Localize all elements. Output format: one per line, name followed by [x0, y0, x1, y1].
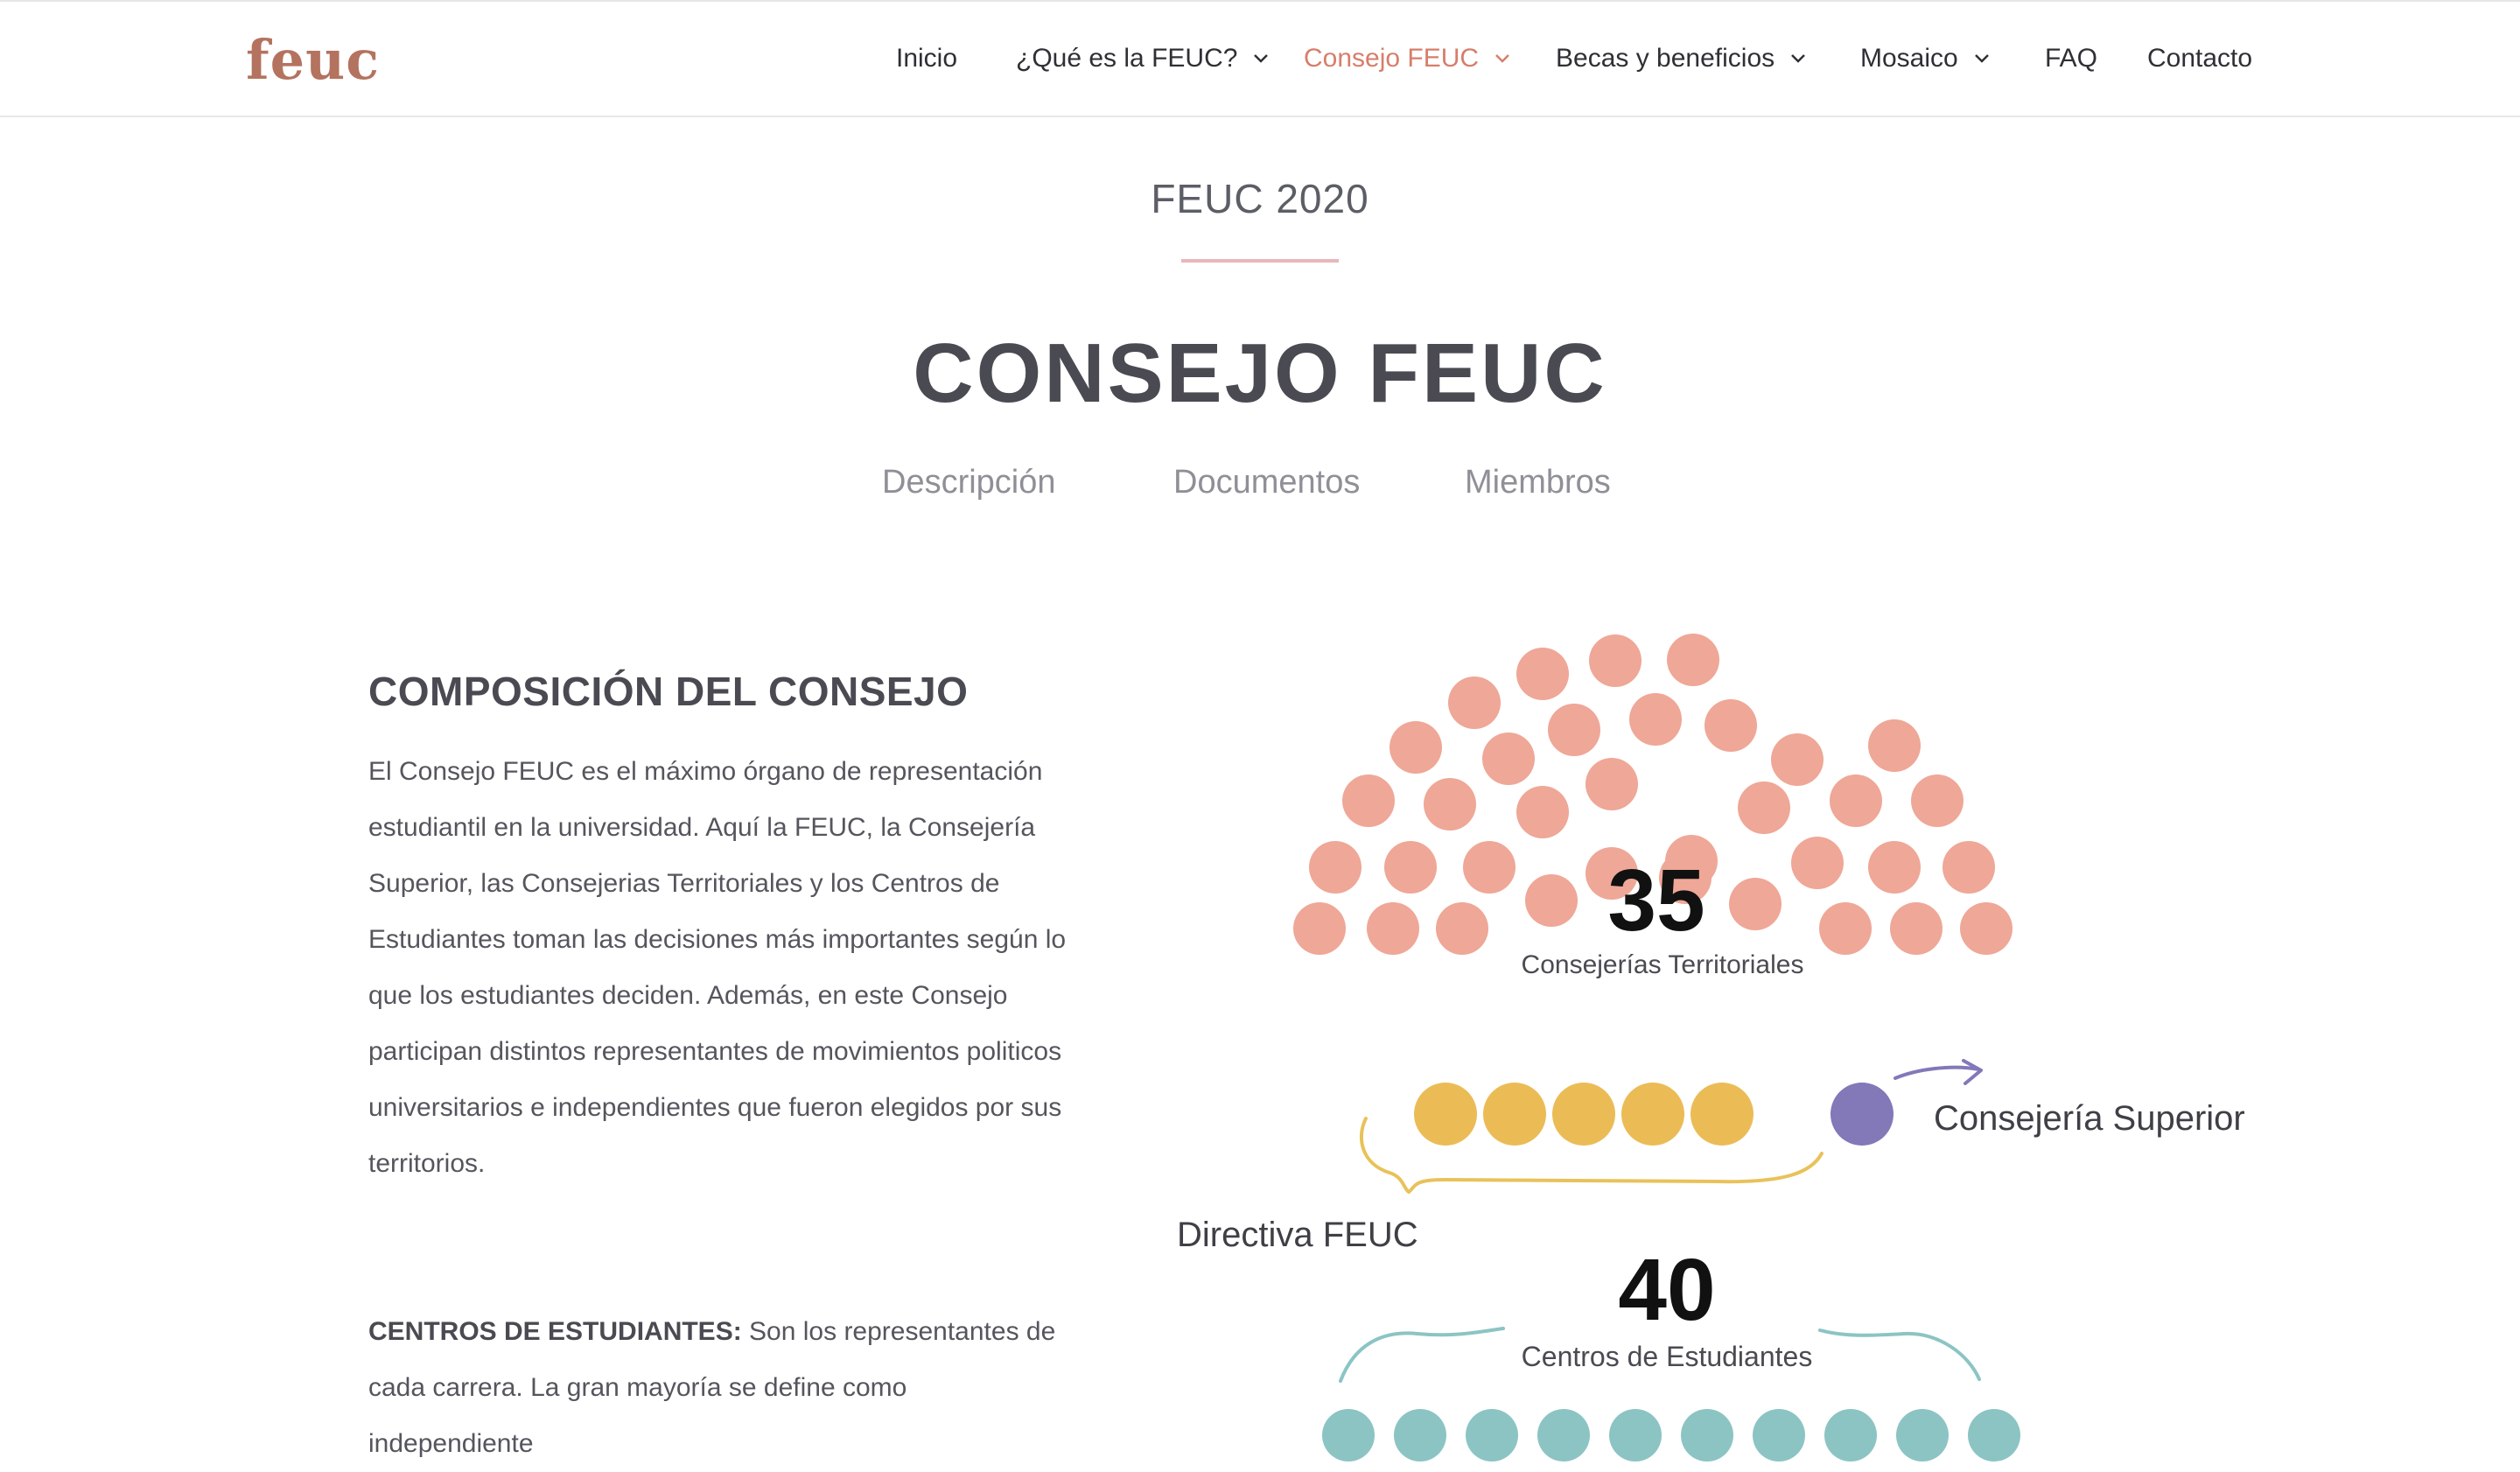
territorial-seat [1463, 841, 1516, 894]
centros-count: 40 [1618, 1241, 1715, 1339]
territorial-seat [1960, 902, 2012, 955]
territorial-seat [1819, 902, 1872, 955]
territorial-seat [1448, 676, 1501, 729]
directiva-seat [1414, 1083, 1477, 1146]
territorial-seat [1367, 902, 1419, 955]
centros-brace-right [1818, 1328, 1981, 1381]
centros-seat [1968, 1409, 2020, 1461]
territoriales-label: Consejerías Territoriales [1522, 950, 1804, 979]
superior-arrow-icon [1894, 1059, 1983, 1085]
territorial-seat [1390, 721, 1442, 774]
centros-seat [1681, 1409, 1733, 1461]
centros-seat [1824, 1409, 1877, 1461]
territorial-seat [1942, 841, 1995, 894]
centros-seat [1394, 1409, 1446, 1461]
territorial-seat [1830, 775, 1882, 827]
centros-seat [1753, 1409, 1805, 1461]
directiva-seat [1621, 1083, 1684, 1146]
territorial-seat [1589, 634, 1642, 687]
territorial-seat [1868, 841, 1921, 894]
territorial-seat [1516, 786, 1569, 838]
superior-label: Consejería Superior [1934, 1099, 2245, 1138]
centros-seat [1466, 1409, 1518, 1461]
territoriales-count: 35 [1607, 852, 1704, 950]
superior-seat [1830, 1083, 1894, 1146]
centros-seat [1609, 1409, 1662, 1461]
centros-seat [1537, 1409, 1590, 1461]
centros-brace-left [1339, 1327, 1505, 1383]
directiva-seat [1690, 1083, 1754, 1146]
directiva-label: Directiva FEUC [1177, 1216, 1418, 1254]
centros-label: Centros de Estudiantes [1522, 1341, 1813, 1372]
council-composition-graphic: 35 Consejerías Territoriales Consejería … [1177, 634, 2245, 1461]
territorial-seat [1384, 841, 1437, 894]
superior-seat-dot [1830, 1083, 1894, 1146]
territorial-seat [1890, 902, 1942, 955]
territorial-seat [1293, 902, 1346, 955]
territorial-seat [1309, 841, 1362, 894]
territorial-seat [1667, 634, 1719, 686]
centros-seat [1322, 1409, 1375, 1461]
centros-seats [1322, 1409, 2020, 1461]
territorial-seat [1586, 758, 1638, 810]
territorial-seat [1729, 878, 1782, 930]
territorial-seat [1704, 699, 1757, 752]
territorial-seat [1771, 733, 1824, 786]
territorial-seat [1436, 902, 1488, 955]
directiva-seats [1414, 1083, 1754, 1146]
territorial-seat [1516, 648, 1569, 700]
territorial-seat [1424, 778, 1476, 831]
directiva-seat [1483, 1083, 1546, 1146]
territorial-seat [1738, 782, 1790, 834]
territorial-seat [1629, 693, 1682, 746]
territorial-seat [1525, 874, 1578, 927]
territorial-seat [1911, 775, 1964, 827]
directiva-seat [1552, 1083, 1615, 1146]
territorial-seat [1342, 775, 1395, 827]
territorial-seat [1482, 732, 1535, 785]
territorial-seat [1791, 837, 1844, 889]
centros-seat [1896, 1409, 1949, 1461]
territorial-seat [1548, 704, 1600, 756]
territorial-seat [1868, 719, 1921, 772]
